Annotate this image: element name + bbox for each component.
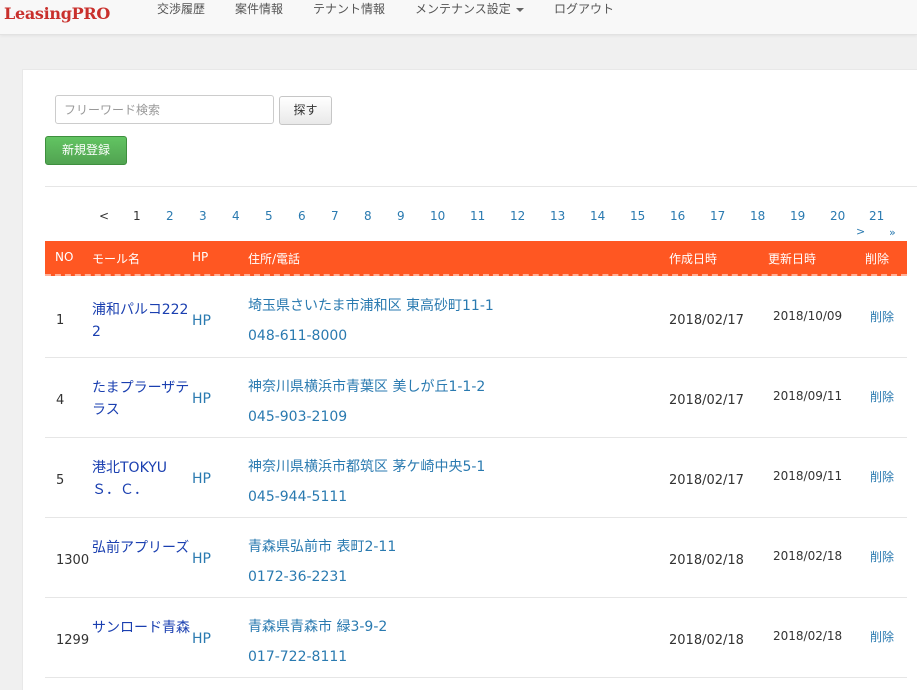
row-updated-date: 2018/09/11 xyxy=(773,389,843,403)
row-tel-link[interactable]: 0172-36-2231 xyxy=(248,569,347,585)
pagination-prev[interactable]: < xyxy=(99,209,109,223)
row-tel-link[interactable]: 045-903-2109 xyxy=(248,409,347,425)
row-mall-name-link[interactable]: 港北TOKYU Ｓ．Ｃ． xyxy=(92,457,192,501)
row-hp-link[interactable]: HP xyxy=(192,551,211,567)
pagination-page-18[interactable]: 18 xyxy=(750,209,765,223)
row-delete-link[interactable]: 削除 xyxy=(870,388,894,405)
table-row: 1299 サンロード青森 HP 青森県青森市 緑3-9-2 017-722-81… xyxy=(45,597,907,678)
row-updated-date: 2018/02/18 xyxy=(773,629,843,643)
search-input[interactable] xyxy=(55,95,274,124)
row-hp-link[interactable]: HP xyxy=(192,391,211,407)
row-address-link[interactable]: 神奈川県横浜市青葉区 美しが丘1-1-2 xyxy=(248,376,485,396)
row-created-date: 2018/02/18 xyxy=(669,633,744,648)
column-header-address: 住所/電話 xyxy=(248,252,301,266)
row-mall-name-link[interactable]: 弘前アプリーズ xyxy=(92,537,192,559)
row-updated-date: 2018/09/11 xyxy=(773,469,843,483)
row-address-link[interactable]: 青森県弘前市 表町2-11 xyxy=(248,536,396,556)
column-header-updated: 更新日時 xyxy=(768,252,817,266)
row-updated-date: 2018/02/18 xyxy=(773,549,843,563)
row-address-link[interactable]: 埼玉県さいたま市浦和区 東高砂町11-1 xyxy=(248,295,494,315)
nav-item-tenant-info[interactable]: テナント情報 xyxy=(313,0,385,16)
row-delete-link[interactable]: 削除 xyxy=(870,308,894,325)
new-register-button[interactable]: 新規登録 xyxy=(45,136,127,165)
section-divider xyxy=(45,186,917,187)
row-address-link[interactable]: 青森県青森市 緑3-9-2 xyxy=(248,616,387,636)
row-hp-link[interactable]: HP xyxy=(192,631,211,647)
nav-item-maintenance-label: メンテナンス設定 xyxy=(415,2,511,16)
pagination-page-5[interactable]: 5 xyxy=(265,209,273,223)
table-row: 1300 弘前アプリーズ HP 青森県弘前市 表町2-11 0172-36-22… xyxy=(45,517,907,598)
pagination-page-1[interactable]: 1 xyxy=(133,209,141,223)
column-header-created: 作成日時 xyxy=(669,252,718,266)
pagination-page-10[interactable]: 10 xyxy=(430,209,445,223)
row-tel-link[interactable]: 017-722-8111 xyxy=(248,649,347,665)
pagination-page-4[interactable]: 4 xyxy=(232,209,240,223)
caret-down-icon xyxy=(515,7,524,12)
pagination-page-14[interactable]: 14 xyxy=(590,209,605,223)
pagination-page-9[interactable]: 9 xyxy=(397,209,405,223)
nav-item-project-info[interactable]: 案件情報 xyxy=(235,0,283,16)
nav-item-negotiation-history[interactable]: 交渉履歴 xyxy=(157,0,205,16)
pagination-page-20[interactable]: 20 xyxy=(830,209,845,223)
top-navbar: LeasingPRO 交渉履歴 案件情報 テナント情報 メンテナンス設定 ログア… xyxy=(0,0,917,35)
row-no: 1 xyxy=(56,313,65,328)
row-hp-link[interactable]: HP xyxy=(192,313,211,329)
row-no: 1300 xyxy=(56,553,90,568)
pagination-page-7[interactable]: 7 xyxy=(331,209,339,223)
pagination-page-11[interactable]: 11 xyxy=(470,209,485,223)
table-row: 5 港北TOKYU Ｓ．Ｃ． HP 神奈川県横浜市都筑区 茅ケ崎中央5-1 04… xyxy=(45,437,907,518)
pagination-page-13[interactable]: 13 xyxy=(550,209,565,223)
row-delete-link[interactable]: 削除 xyxy=(870,468,894,485)
row-tel-link[interactable]: 045-944-5111 xyxy=(248,489,347,505)
column-header-name: モール名 xyxy=(92,252,141,266)
search-button[interactable]: 探す xyxy=(279,96,332,125)
row-tel-link[interactable]: 048-611-8000 xyxy=(248,328,347,344)
row-updated-date: 2018/10/09 xyxy=(773,309,843,323)
row-no: 4 xyxy=(56,393,65,408)
row-created-date: 2018/02/18 xyxy=(669,553,744,568)
pagination-page-19[interactable]: 19 xyxy=(790,209,805,223)
pagination-page-3[interactable]: 3 xyxy=(199,209,207,223)
row-created-date: 2018/02/17 xyxy=(669,393,744,408)
pagination-page-12[interactable]: 12 xyxy=(510,209,525,223)
pagination-page-8[interactable]: 8 xyxy=(364,209,372,223)
pagination-page-16[interactable]: 16 xyxy=(670,209,685,223)
pagination-next[interactable]: > xyxy=(856,225,865,238)
row-created-date: 2018/02/17 xyxy=(669,313,744,328)
table-row: 4 たまプラーザテラス HP 神奈川県横浜市青葉区 美しが丘1-1-2 045-… xyxy=(45,357,907,438)
row-no: 5 xyxy=(56,473,65,488)
nav-item-logout[interactable]: ログアウト xyxy=(554,0,614,16)
pagination-page-2[interactable]: 2 xyxy=(166,209,174,223)
row-mall-name-link[interactable]: たまプラーザテラス xyxy=(92,377,192,421)
row-mall-name-link[interactable]: サンロード青森 xyxy=(92,617,192,639)
pagination-page-6[interactable]: 6 xyxy=(298,209,306,223)
table-header: NO モール名 HP 住所/電話 作成日時 更新日時 削除 xyxy=(45,241,907,276)
row-delete-link[interactable]: 削除 xyxy=(870,548,894,565)
row-mall-name-link[interactable]: 浦和パルコ2222 xyxy=(92,299,192,343)
row-created-date: 2018/02/17 xyxy=(669,473,744,488)
pagination-page-17[interactable]: 17 xyxy=(710,209,725,223)
column-header-hp: HP xyxy=(192,250,209,264)
row-hp-link[interactable]: HP xyxy=(192,471,211,487)
pagination-page-21[interactable]: 21 xyxy=(869,209,884,223)
nav-item-maintenance-settings[interactable]: メンテナンス設定 xyxy=(415,0,524,16)
pagination-page-15[interactable]: 15 xyxy=(630,209,645,223)
pagination-last[interactable]: » xyxy=(889,226,896,239)
column-header-no: NO xyxy=(55,250,74,264)
brand-logo[interactable]: LeasingPRO xyxy=(4,4,110,23)
row-address-link[interactable]: 神奈川県横浜市都筑区 茅ケ崎中央5-1 xyxy=(248,456,485,476)
column-header-delete: 削除 xyxy=(865,252,890,266)
row-no: 1299 xyxy=(56,633,90,648)
row-delete-link[interactable]: 削除 xyxy=(870,628,894,645)
table-row: 1 浦和パルコ2222 HP 埼玉県さいたま市浦和区 東高砂町11-1 048-… xyxy=(45,277,907,358)
